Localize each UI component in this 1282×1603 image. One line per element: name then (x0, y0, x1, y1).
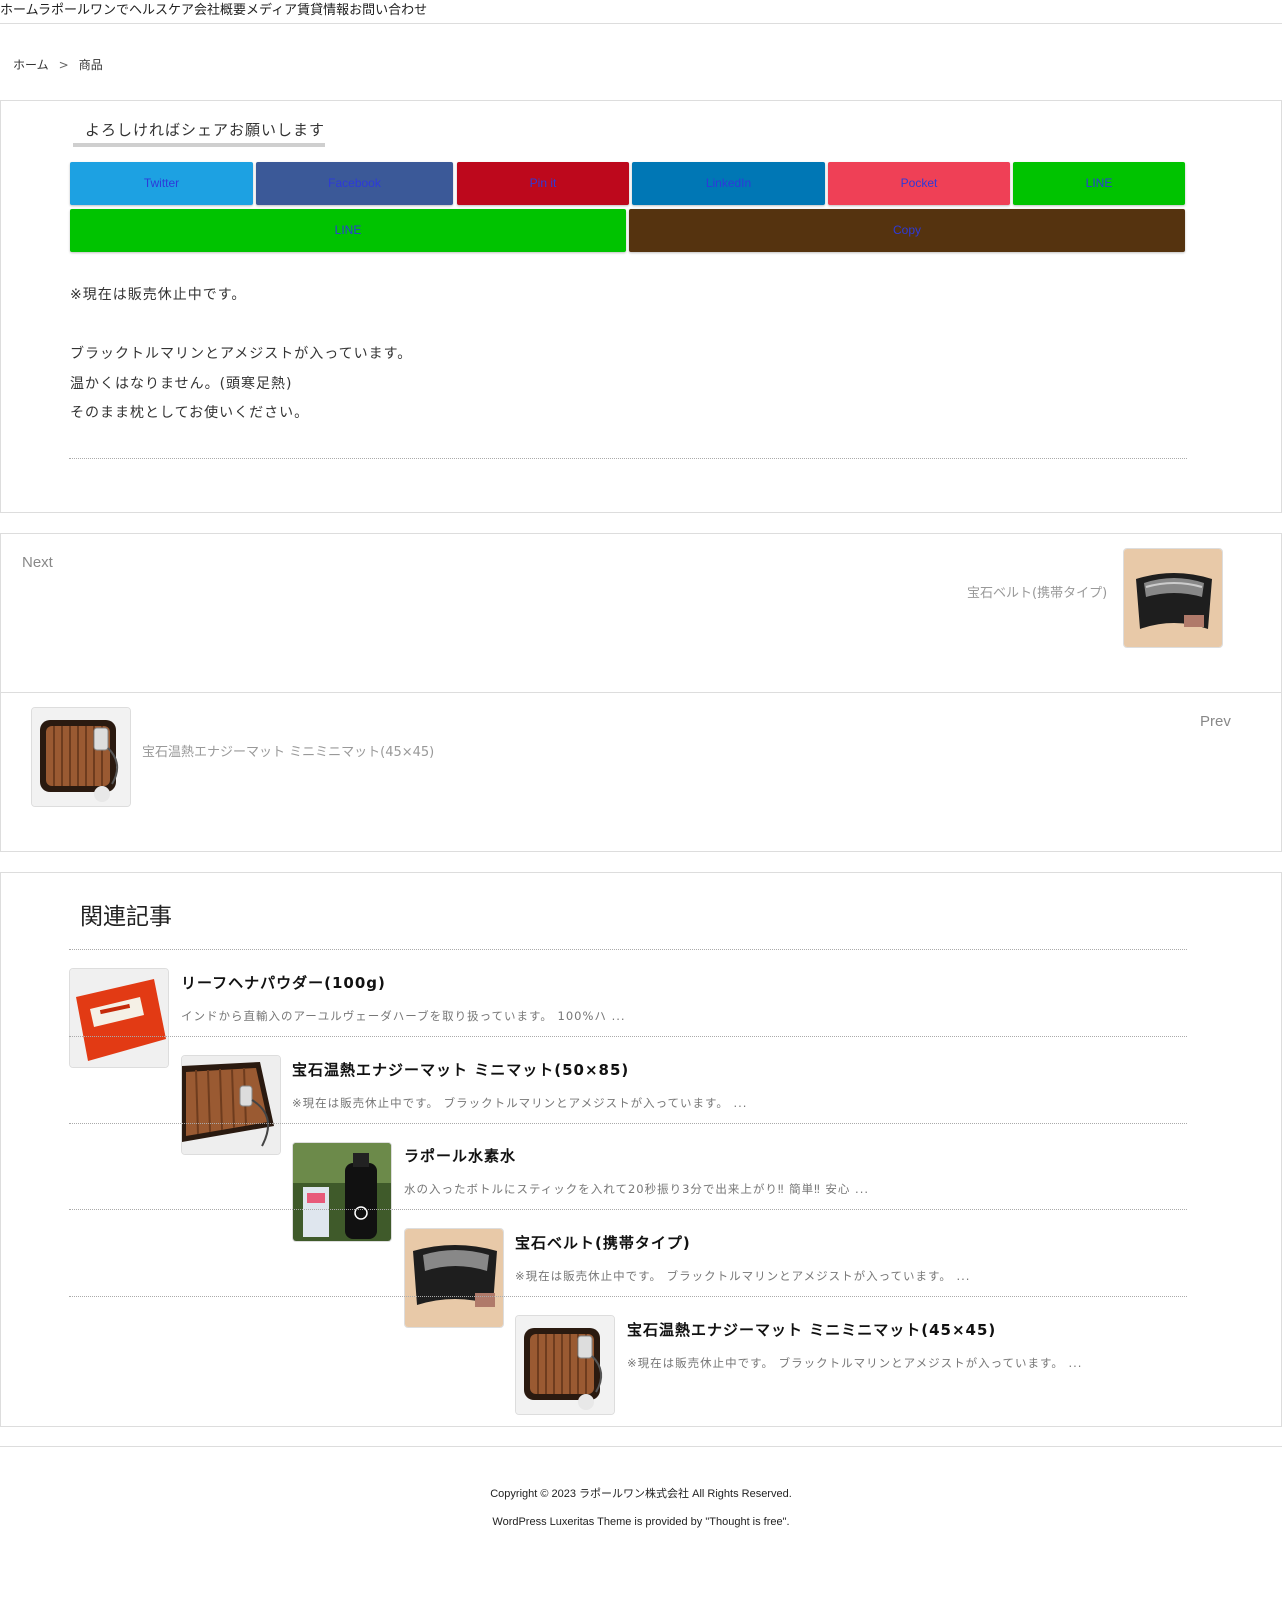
share-line-button[interactable]: LINE (1013, 162, 1185, 205)
related-item-excerpt: ※現在は販売休止中です。 ブラックトルマリンとアメジストが入っています。 ... (627, 1356, 1083, 1370)
share-pocket-button[interactable]: Pocket (828, 162, 1010, 205)
related-thumbnail-hydrogen-water[interactable] (292, 1142, 392, 1242)
nav-link-contact[interactable]: お問い合わせ (349, 3, 427, 18)
nav-link-company[interactable]: 会社概要 (194, 3, 246, 18)
breadcrumb-current[interactable]: 商品 (79, 58, 103, 72)
nav-link-rental[interactable]: 賃貸情報 (297, 3, 349, 18)
share-twitter-button[interactable]: Twitter (70, 162, 253, 205)
related-item-excerpt: ※現在は販売休止中です。 ブラックトルマリンとアメジストが入っています。 ... (292, 1096, 748, 1110)
prev-post-title[interactable]: 宝石温熱エナジーマット ミニミニマット(45×45) (142, 741, 434, 760)
related-item-title[interactable]: 宝石温熱エナジーマット ミニマット(50×85) (292, 1059, 629, 1080)
article-panel: よろしければシェアお願いします Twitter Facebook Pin it … (0, 100, 1282, 513)
share-linkedin-button[interactable]: LinkedIn (632, 162, 825, 205)
next-post-thumbnail[interactable] (1123, 548, 1223, 648)
footer-divider (0, 1446, 1282, 1447)
related-thumbnail-henna[interactable] (69, 968, 169, 1068)
related-divider (69, 1296, 1187, 1297)
share-heading-text: よろしければシェアお願いします (85, 121, 326, 139)
top-navigation: ホームラポールワンでヘルスケア会社概要メディア賃貸情報お問い合わせ (0, 0, 1282, 24)
breadcrumb-home[interactable]: ホーム (13, 58, 49, 72)
related-item-excerpt: ※現在は販売休止中です。 ブラックトルマリンとアメジストが入っています。 ... (515, 1269, 971, 1283)
article-line-1: ※現在は販売休止中です。 (70, 287, 247, 303)
next-post-title[interactable]: 宝石ベルト(携帯タイプ) (967, 582, 1107, 601)
footer-theme-credit: WordPress Luxeritas Theme is provided by… (492, 1516, 790, 1528)
article-line-2: ブラックトルマリンとアメジストが入っています。 (70, 346, 413, 362)
article-line-3: 温かくはなりません。(頭寒足熱) (70, 376, 293, 392)
breadcrumb: ホーム > 商品 (13, 56, 103, 73)
related-heading: 関連記事 (80, 904, 172, 930)
related-articles-panel: 関連記事 リーフヘナパウダー(100g) インドから直輸入のアーユルヴェーダハー… (0, 872, 1282, 1427)
related-divider (69, 1036, 1187, 1037)
related-item-title[interactable]: 宝石ベルト(携帯タイプ) (515, 1232, 691, 1253)
breadcrumb-separator: > (58, 58, 69, 72)
next-label: Next (22, 554, 53, 571)
prev-label: Prev (1200, 713, 1231, 730)
related-item-title[interactable]: リーフヘナパウダー(100g) (181, 972, 386, 993)
share-heading: よろしければシェアお願いします (73, 119, 326, 147)
related-thumbnail-mini-mini-mat[interactable] (515, 1315, 615, 1415)
article-divider (69, 458, 1187, 459)
share-facebook-button[interactable]: Facebook (256, 162, 453, 205)
related-item-title[interactable]: ラポール水素水 (404, 1145, 516, 1166)
related-thumbnail-mini-mat[interactable] (181, 1055, 281, 1155)
share-heading-underline (73, 143, 325, 147)
related-item-title[interactable]: 宝石温熱エナジーマット ミニミニマット(45×45) (627, 1319, 996, 1340)
nav-link-healthcare[interactable]: ラポールワンでヘルスケア (38, 3, 194, 18)
article-line-4: そのまま枕としてお使いください。 (70, 405, 310, 421)
share-line-button-wide[interactable]: LINE (70, 209, 626, 252)
related-thumbnail-belt[interactable] (404, 1228, 504, 1328)
nav-link-media[interactable]: メディア (246, 3, 297, 18)
copy-link-button[interactable]: Copy (629, 209, 1185, 252)
related-divider (69, 1209, 1187, 1210)
related-item-excerpt: 水の入ったボトルにスティックを入れて20秒振り3分で出来上がり‼ 簡単‼ 安心 … (404, 1182, 870, 1196)
related-item-excerpt: インドから直輸入のアーユルヴェーダハーブを取り扱っています。 100%ハ ... (181, 1009, 626, 1023)
nav-link-home[interactable]: ホーム (0, 3, 38, 18)
related-divider-top (69, 949, 1187, 950)
prev-post-thumbnail[interactable] (31, 707, 131, 807)
next-post-panel[interactable]: Next 宝石ベルト(携帯タイプ) (0, 533, 1282, 693)
prev-post-panel[interactable]: Prev 宝石温熱エナジーマット ミニミニマット(45×45) (0, 692, 1282, 852)
share-pinterest-button[interactable]: Pin it (457, 162, 629, 205)
footer-copyright: Copyright © 2023 ラポールワン株式会社 All Rights R… (490, 1488, 792, 1500)
related-divider (69, 1123, 1187, 1124)
